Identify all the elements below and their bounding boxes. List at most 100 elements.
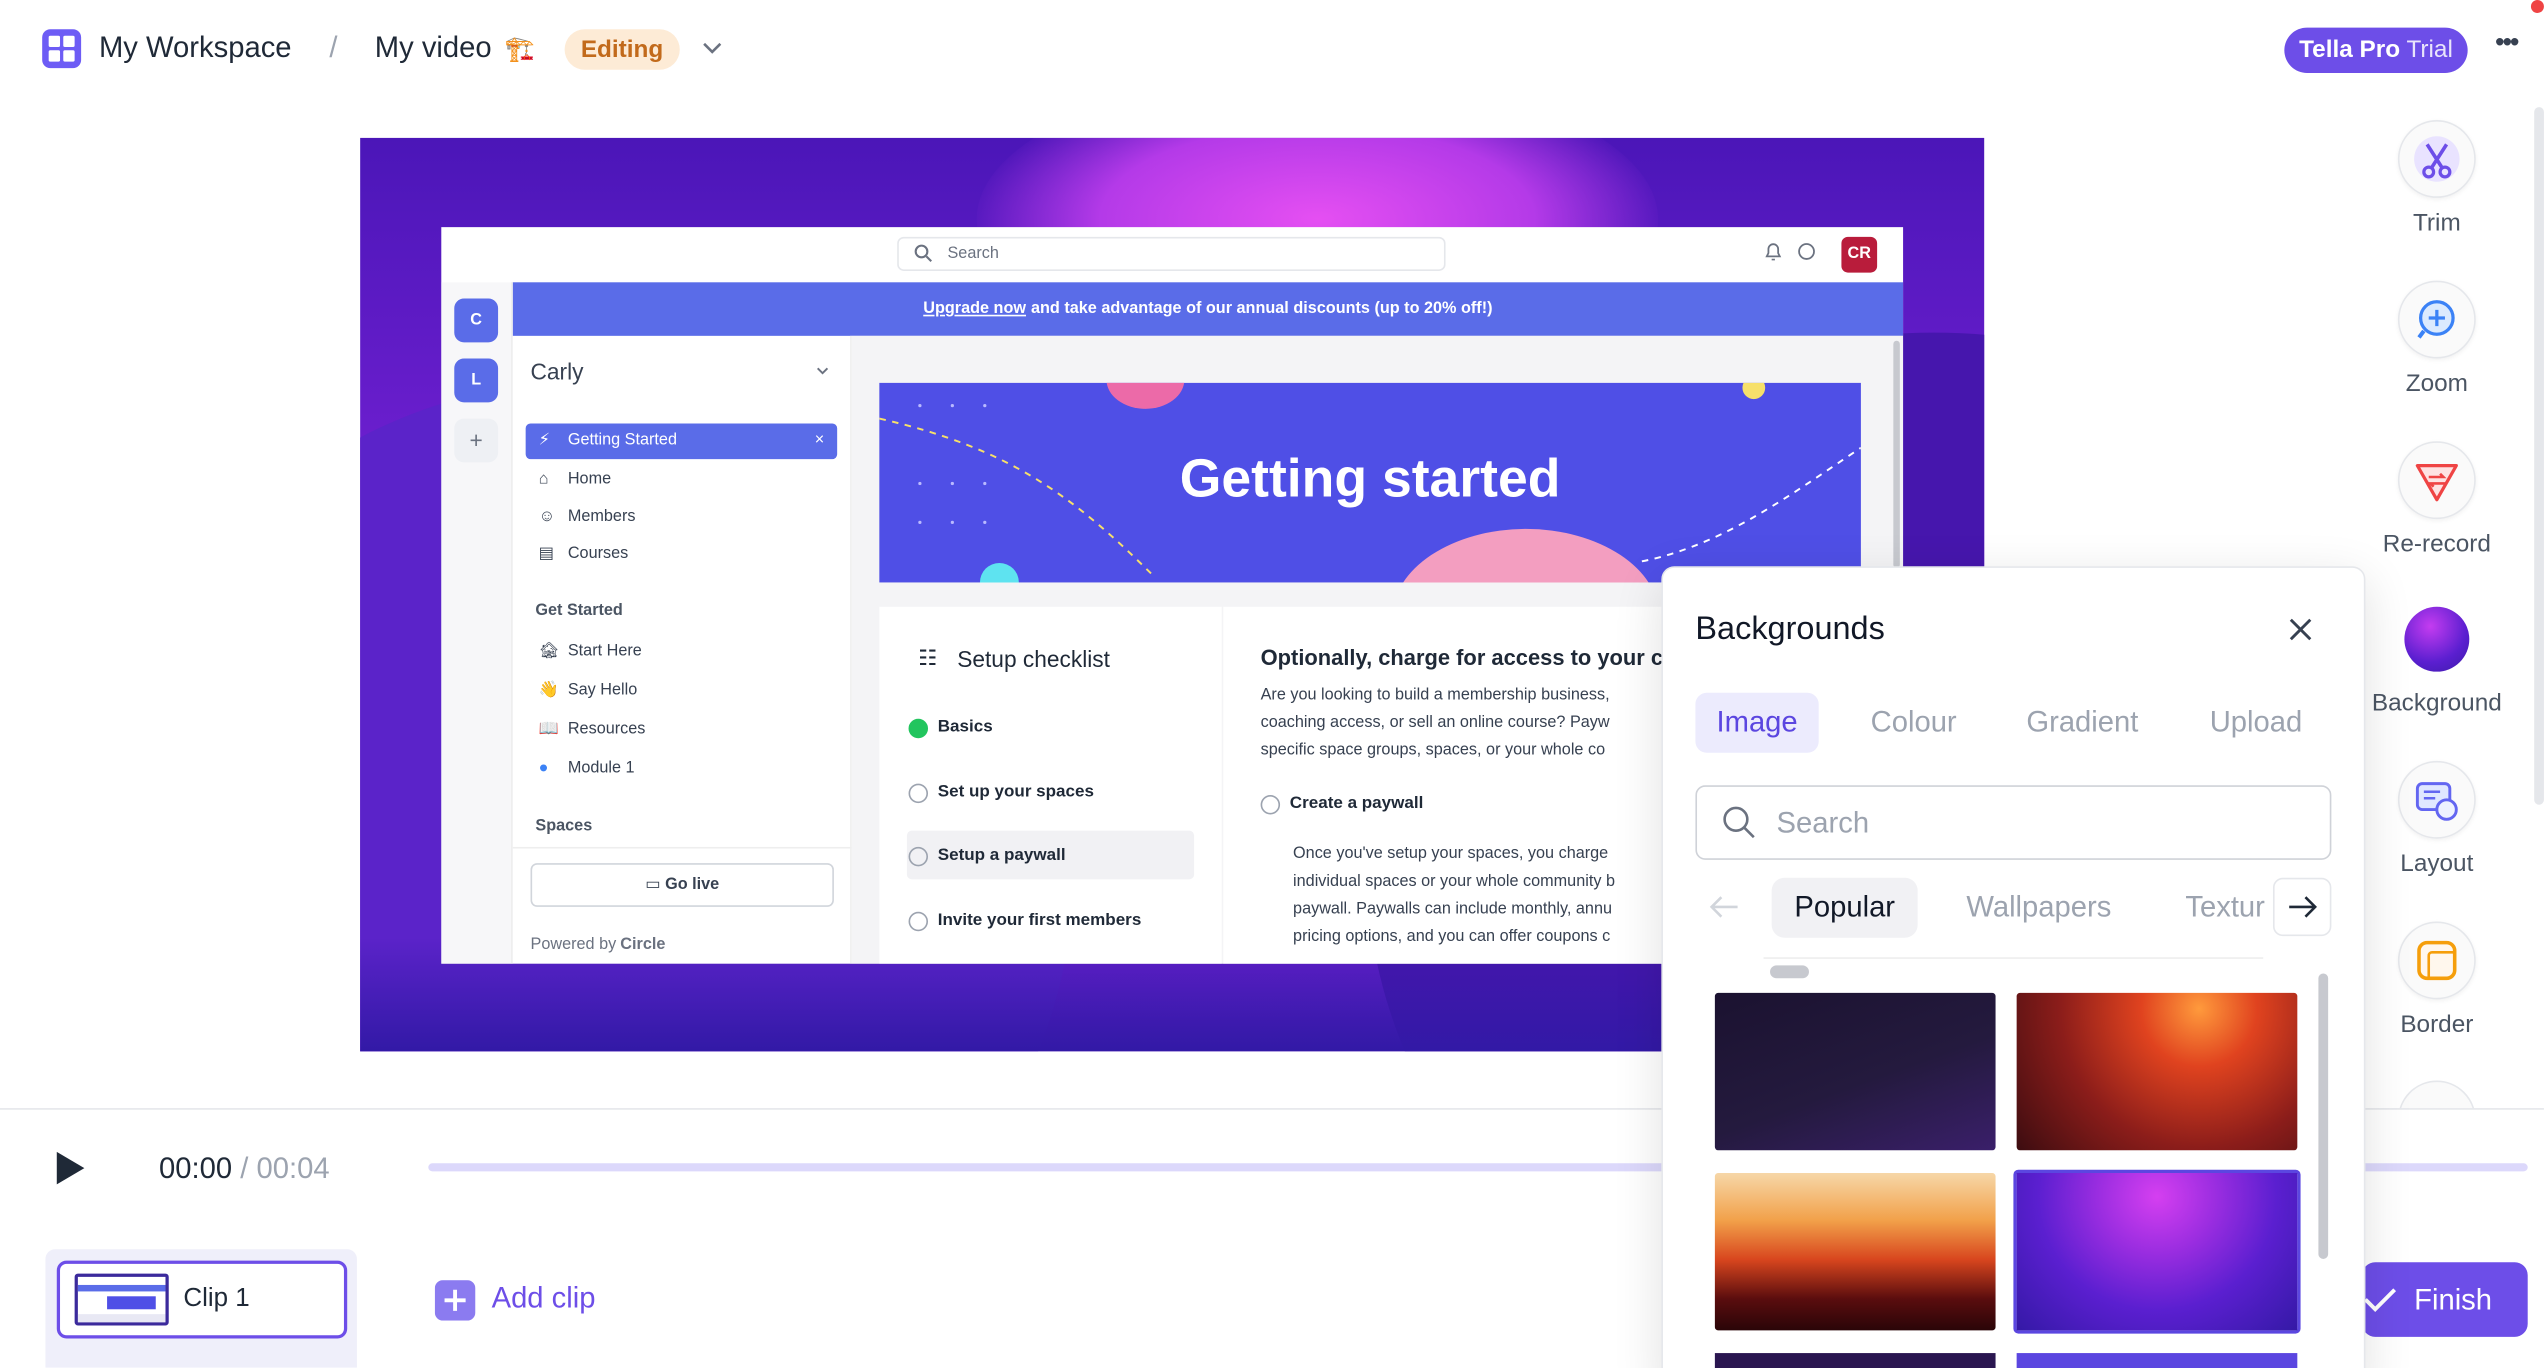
panel-scrollbar[interactable] bbox=[2318, 973, 2329, 1259]
background-thumbnail[interactable] bbox=[1714, 1172, 1996, 1331]
tool-label: Zoom bbox=[2405, 369, 2468, 398]
go-live-button: ▭ Go live bbox=[530, 863, 834, 907]
border-icon[interactable] bbox=[2397, 921, 2476, 1000]
checklist-item: Setup a paywall bbox=[908, 831, 1066, 880]
more-tools-peek[interactable] bbox=[2397, 1080, 2476, 1109]
checklist-title: ☷ Setup checklist bbox=[918, 645, 1111, 672]
scissors-icon[interactable] bbox=[2397, 120, 2476, 198]
play-icon[interactable] bbox=[52, 1149, 88, 1188]
background-tool[interactable]: Background bbox=[2369, 600, 2505, 717]
avatar: CR bbox=[1841, 236, 1878, 273]
courses-icon: ▤ bbox=[538, 545, 554, 563]
tools-scrollbar[interactable] bbox=[2534, 107, 2544, 805]
arrow-left-icon[interactable] bbox=[1708, 896, 1740, 919]
breadcrumb-separator: / bbox=[329, 30, 338, 64]
current-time: 00:00 bbox=[158, 1151, 233, 1185]
sidebar-item-start-here: 🏚 Start Here bbox=[526, 634, 838, 670]
powered-by: Powered by Circle bbox=[530, 936, 666, 954]
zoom-tool[interactable]: Zoom bbox=[2369, 280, 2505, 398]
house-emoji-icon: 🏚 bbox=[538, 642, 560, 661]
background-thumbnail[interactable] bbox=[2016, 992, 2298, 1151]
plus-icon[interactable] bbox=[434, 1280, 476, 1321]
background-thumbnail[interactable] bbox=[1714, 992, 1996, 1151]
zoom-icon[interactable] bbox=[2397, 280, 2476, 359]
arrow-right-icon[interactable] bbox=[2286, 896, 2318, 919]
chevron-down-icon[interactable] bbox=[701, 36, 724, 67]
sidebar-item-resources: 📖 Resources bbox=[526, 712, 838, 748]
tab-colour[interactable]: Colour bbox=[1858, 693, 1970, 753]
video-title[interactable]: My video bbox=[375, 31, 492, 65]
community-avatar-c: C bbox=[454, 298, 499, 343]
divider bbox=[512, 846, 852, 849]
backgrounds-panel: Backgrounds Image Colour Gradient Upload… bbox=[1661, 566, 2366, 1368]
close-icon[interactable] bbox=[2286, 615, 2315, 652]
border-tool[interactable]: Border bbox=[2369, 921, 2505, 1039]
layout-icon[interactable] bbox=[2397, 760, 2476, 839]
sidebar-item-label: Resources bbox=[567, 720, 646, 739]
clip-item[interactable]: Clip 1 bbox=[56, 1260, 348, 1339]
sidebar-item-getting-started: ⚡ Getting Started × bbox=[525, 423, 838, 460]
home-icon: ⌂ bbox=[538, 470, 549, 489]
add-clip-label[interactable]: Add clip bbox=[492, 1282, 596, 1316]
rerecord-icon[interactable] bbox=[2397, 441, 2476, 520]
background-thumbnail[interactable] bbox=[2016, 1353, 2298, 1368]
trim-tool[interactable]: Trim bbox=[2369, 120, 2505, 237]
more-options-icon[interactable]: ••• bbox=[2495, 29, 2519, 58]
breadcrumb-workspace[interactable]: My Workspace bbox=[99, 31, 292, 65]
sidebar-item-label: Courses bbox=[567, 545, 629, 563]
check-icon bbox=[2364, 1288, 2397, 1313]
editing-status-badge[interactable]: Editing bbox=[564, 29, 680, 70]
section-heading: Get Started bbox=[535, 601, 623, 620]
play-button[interactable] bbox=[52, 1149, 88, 1196]
layout-tool[interactable]: Layout bbox=[2369, 760, 2505, 878]
community-name: Carly bbox=[530, 358, 584, 385]
add-community-icon: + bbox=[454, 418, 499, 463]
background-thumbnail[interactable] bbox=[1714, 1353, 1996, 1368]
close-icon: × bbox=[814, 431, 825, 450]
sidebar-item-say-hello: 👋 Say Hello bbox=[526, 673, 838, 709]
clip-label: Clip 1 bbox=[183, 1284, 250, 1313]
category-textures[interactable]: Textur bbox=[2163, 878, 2273, 938]
sidebar-item-label: Start Here bbox=[567, 642, 642, 661]
scroll-left-button[interactable] bbox=[1695, 877, 1754, 937]
tab-image[interactable]: Image bbox=[1695, 692, 1819, 753]
tab-gradient[interactable]: Gradient bbox=[2013, 693, 2151, 753]
sidebar-item-label: Module 1 bbox=[567, 759, 635, 778]
background-icon[interactable] bbox=[2398, 600, 2476, 678]
tool-label: Border bbox=[2400, 1010, 2474, 1039]
pro-trial-button[interactable]: Tella Pro Trial bbox=[2284, 27, 2468, 74]
tool-label: Background bbox=[2371, 689, 2502, 718]
background-search-input[interactable]: Search bbox=[1695, 785, 2332, 860]
clip-thumbnail bbox=[74, 1273, 169, 1326]
sidebar-item-label: Home bbox=[567, 470, 612, 489]
tool-label: Re-record bbox=[2382, 530, 2491, 559]
search-icon bbox=[1721, 805, 1757, 849]
checklist-item: Basics bbox=[908, 702, 993, 751]
finish-label[interactable]: Finish bbox=[2414, 1283, 2492, 1315]
rerecord-tool[interactable]: Re-record bbox=[2369, 441, 2505, 558]
panel-title: Backgrounds bbox=[1695, 611, 1885, 648]
finish-button[interactable]: Finish bbox=[2362, 1262, 2528, 1337]
wave-emoji-icon: 👋 bbox=[538, 681, 559, 700]
video-camera-icon: ▭ bbox=[645, 876, 666, 894]
time-divider: / bbox=[240, 1151, 249, 1185]
checklist-item: Invite your first members bbox=[908, 896, 1141, 945]
category-wallpapers[interactable]: Wallpapers bbox=[1944, 878, 2134, 938]
scroll-right-button[interactable] bbox=[2272, 877, 2332, 937]
tella-logo[interactable] bbox=[42, 29, 82, 69]
notification-dot bbox=[2530, 0, 2544, 13]
category-popular[interactable]: Popular bbox=[1771, 877, 1918, 938]
search-icon bbox=[913, 243, 933, 267]
detail-title: Optionally, charge for access to your c bbox=[1260, 645, 1664, 671]
background-thumbnail-selected[interactable] bbox=[2013, 1169, 2301, 1334]
category-scrollbar[interactable] bbox=[1763, 957, 2264, 979]
community-avatar-l: L bbox=[454, 358, 499, 403]
sidebar-item-courses: ▤ Courses bbox=[526, 537, 838, 573]
sidebar-item-home: ⌂ Home bbox=[526, 462, 838, 498]
sidebar-item-label: Getting Started bbox=[567, 431, 677, 450]
tab-upload[interactable]: Upload bbox=[2197, 693, 2316, 753]
add-clip-button[interactable]: Add clip bbox=[434, 1280, 595, 1329]
members-icon: ☺ bbox=[538, 507, 556, 526]
community-sidebar: Carly ⚡ Getting Started × ⌂ Home ☺ Members… bbox=[512, 335, 852, 964]
video-emoji: 🏗️ bbox=[504, 35, 535, 64]
